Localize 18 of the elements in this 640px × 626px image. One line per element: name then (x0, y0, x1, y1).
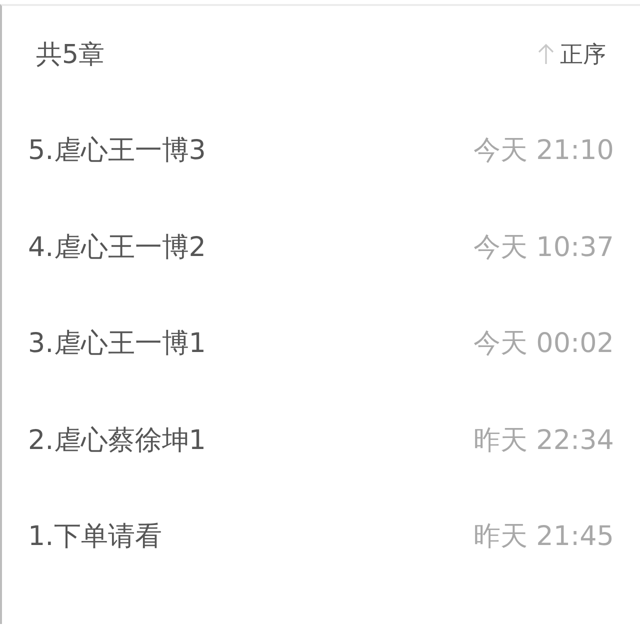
chapter-title: 5.虐心王一博3 (28, 134, 206, 168)
chapter-count: 共5章 (36, 38, 105, 72)
chapter-item[interactable]: 1.下单请看 昨天 21:45 (2, 488, 640, 584)
chapter-item[interactable]: 4.虐心王一博2 今天 10:37 (2, 198, 640, 295)
chapter-title: 3.虐心王一博1 (28, 327, 206, 362)
chapter-title: 2.虐心蔡徐坤1 (28, 424, 206, 458)
chapter-item[interactable]: 3.虐心王一博1 今天 00:02 (2, 295, 640, 392)
chapter-time: 今天 10:37 (474, 230, 614, 265)
chapter-time: 今天 21:10 (474, 134, 614, 168)
chapter-title: 1.下单请看 (28, 520, 162, 554)
sort-order-button[interactable]: 正序 (538, 38, 606, 70)
chapter-time: 昨天 21:45 (474, 520, 614, 554)
chapter-item[interactable]: 2.虐心蔡徐坤1 昨天 22:34 (2, 392, 640, 488)
chapter-item[interactable]: 5.虐心王一博3 今天 21:10 (2, 102, 640, 198)
chapter-time: 昨天 22:34 (474, 424, 614, 458)
chapter-time: 今天 00:02 (474, 327, 614, 362)
chapter-title: 4.虐心王一博2 (28, 230, 206, 265)
up-arrow-icon (538, 43, 554, 65)
